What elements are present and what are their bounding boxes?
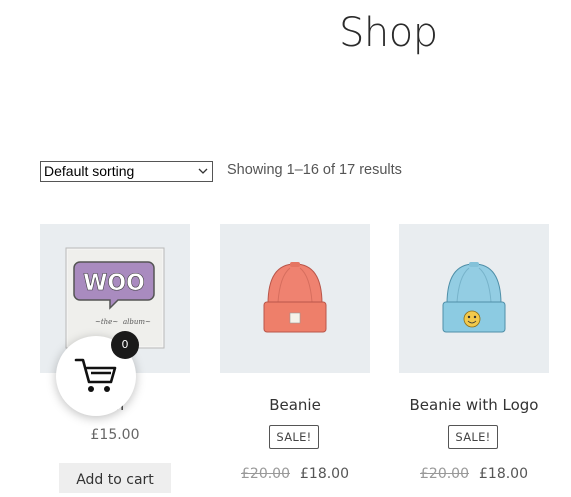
chevron-down-icon — [198, 168, 208, 174]
add-to-cart-button[interactable]: Add to cart — [59, 463, 171, 493]
sale-badge: SALE! — [269, 425, 319, 449]
cart-count-badge: 0 — [111, 331, 139, 359]
product-image-beanie-with-logo[interactable] — [399, 224, 549, 373]
sale-price: £18.00 — [300, 466, 349, 482]
old-price: £20.00 — [241, 466, 290, 482]
svg-text:~the~: ~the~ — [95, 318, 118, 326]
sort-select[interactable]: Default sorting — [40, 161, 213, 182]
product-image-beanie[interactable] — [220, 224, 370, 373]
product-price-album: £15.00 — [90, 427, 140, 443]
svg-text:album~: album~ — [123, 318, 151, 326]
svg-text:WOO: WOO — [83, 271, 145, 296]
sale-badge: SALE! — [448, 425, 498, 449]
old-price: £20.00 — [420, 466, 469, 482]
blue-beanie-logo-image — [442, 262, 506, 333]
product-card-beanie-with-logo: Beanie with Logo SALE! £20.00 £18.00 — [399, 224, 549, 482]
product-card-beanie: Beanie SALE! £20.00 £18.00 — [220, 224, 370, 482]
product-title-beanie[interactable]: Beanie — [200, 396, 390, 414]
result-count: Showing 1–16 of 17 results — [227, 162, 402, 178]
orange-beanie-image — [263, 262, 327, 333]
product-title-beanie-with-logo[interactable]: Beanie with Logo — [379, 396, 569, 414]
page-title: Shop — [339, 10, 438, 56]
sort-select-value: Default sorting — [44, 163, 135, 179]
cart-icon — [74, 358, 117, 392]
sale-price: £18.00 — [479, 466, 528, 482]
product-price-beanie: £20.00 £18.00 — [200, 466, 390, 482]
product-price-beanie-with-logo: £20.00 £18.00 — [379, 466, 569, 482]
